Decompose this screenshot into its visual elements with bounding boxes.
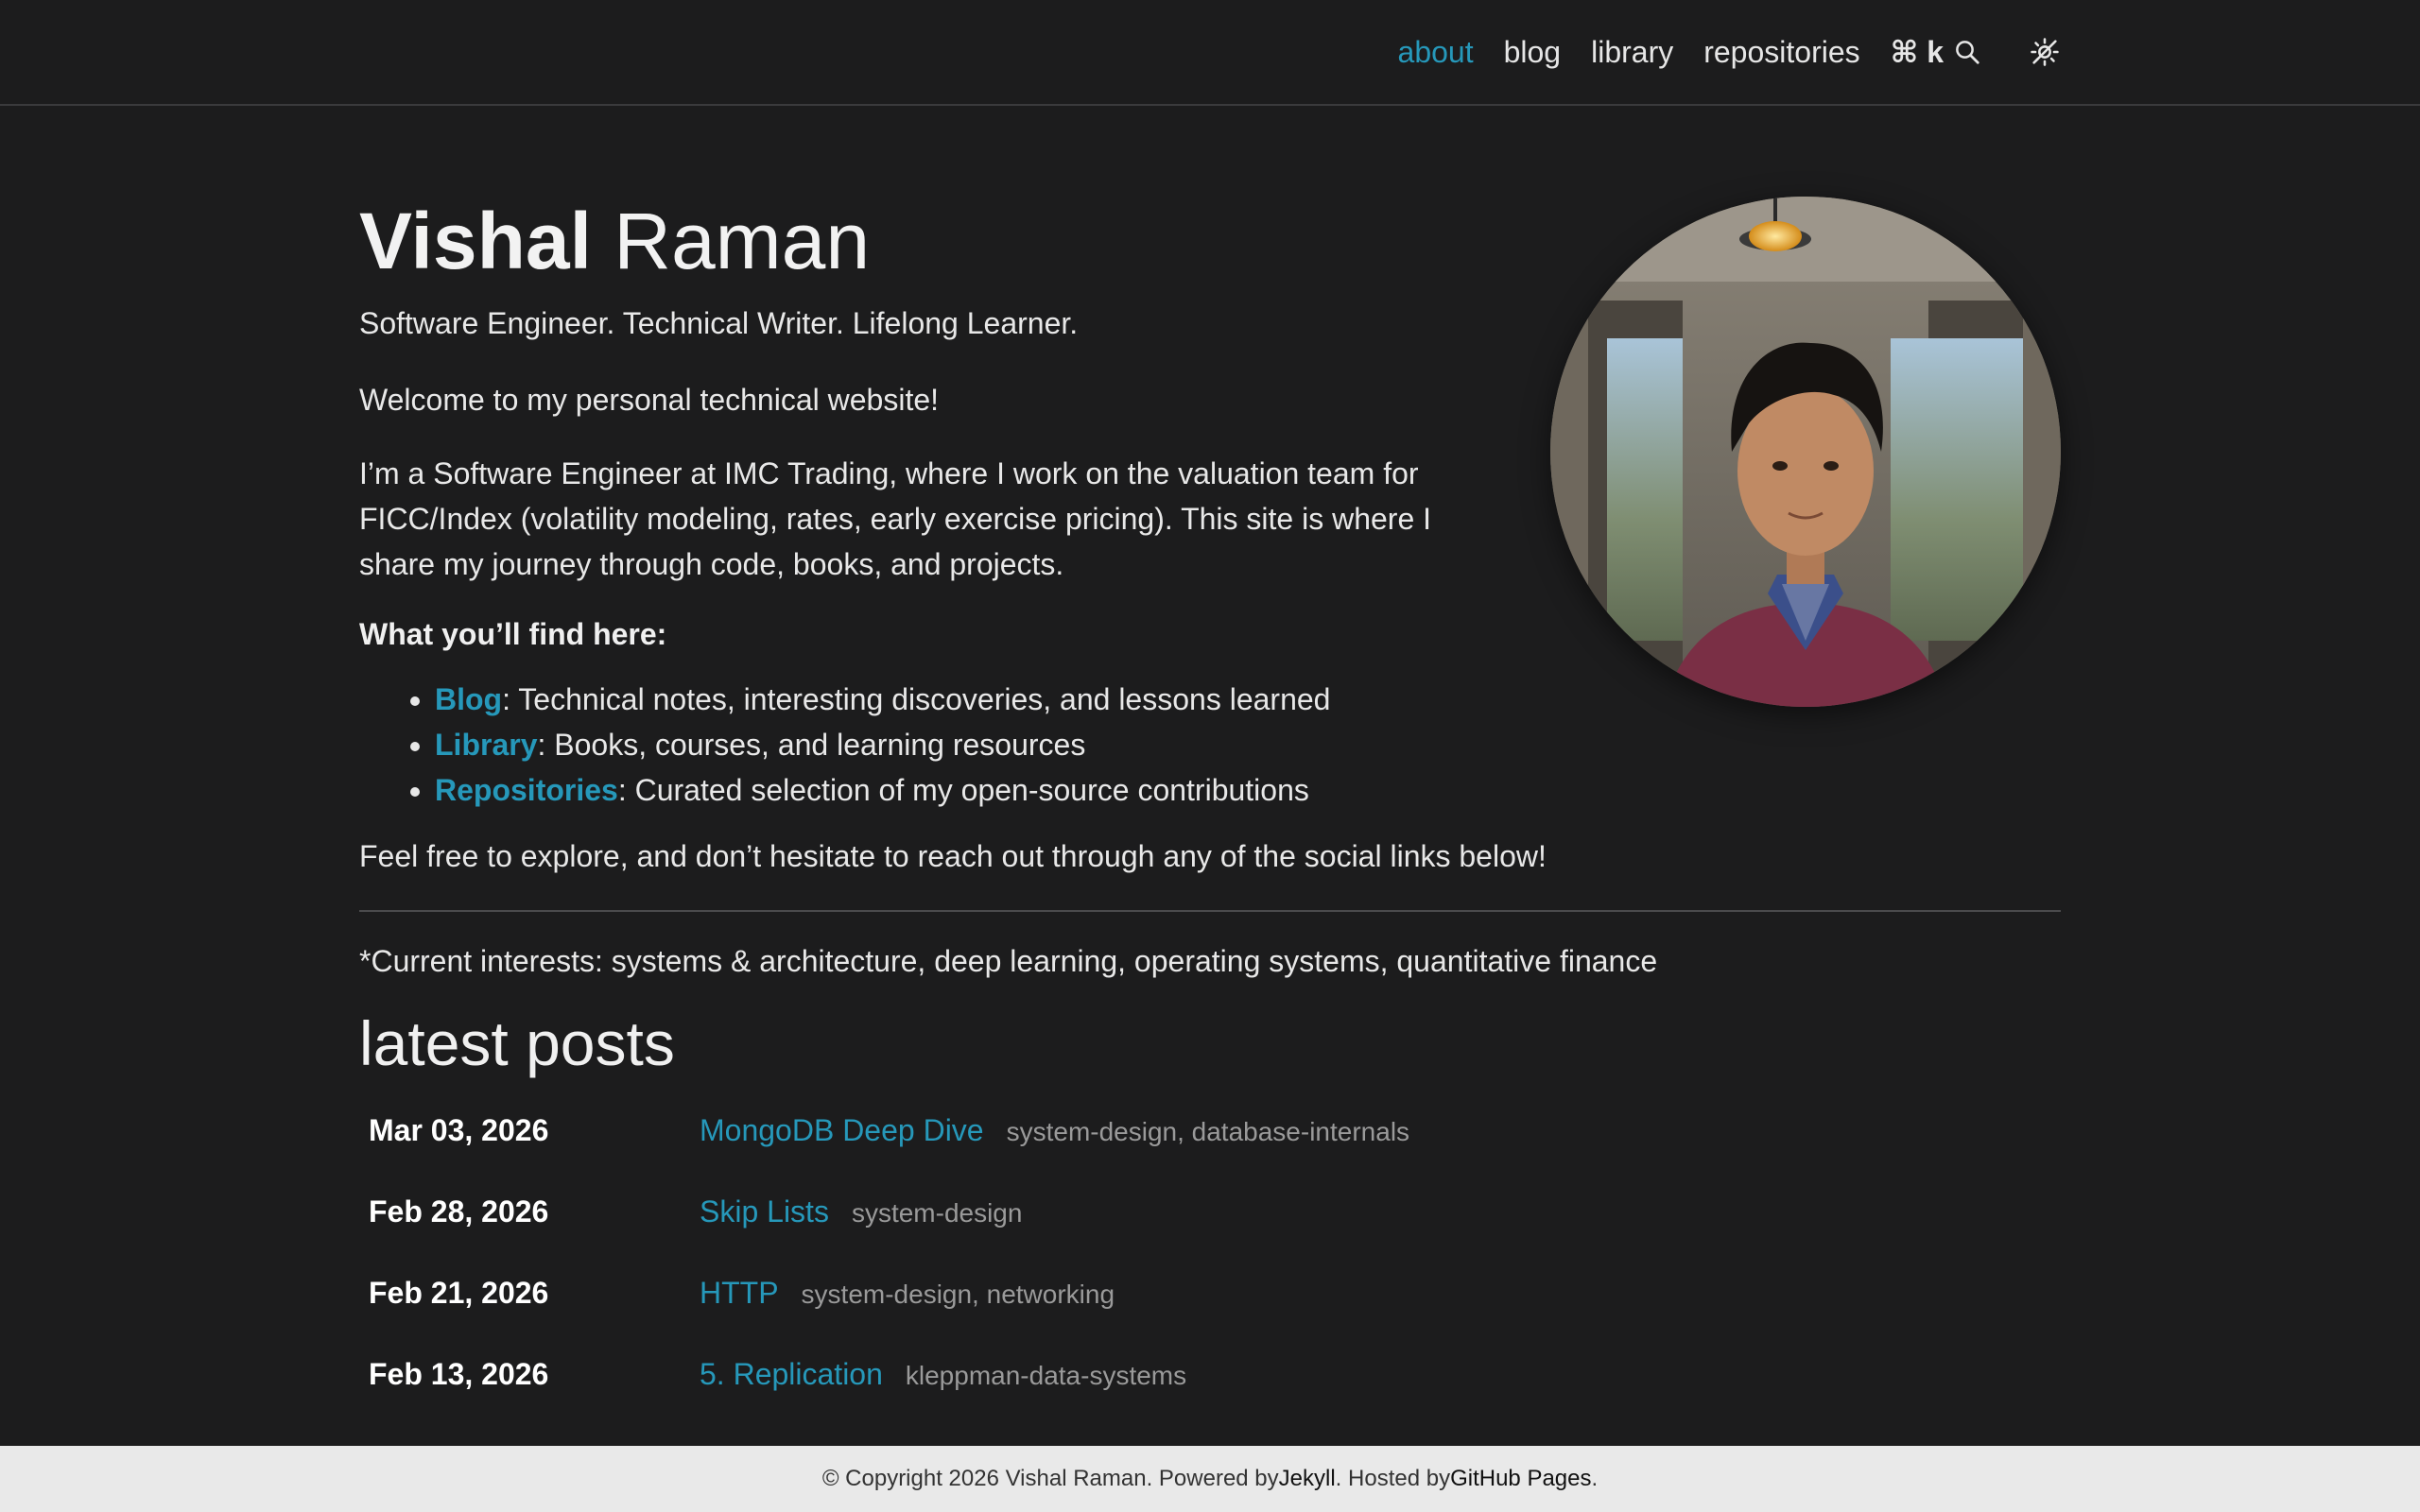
post-date: Feb 28, 2026: [369, 1194, 549, 1228]
welcome-text: Welcome to my personal technical website…: [359, 383, 940, 417]
post-tags: system-design: [851, 1198, 1023, 1228]
theme-toggle-button[interactable]: [2029, 36, 2061, 68]
search-icon: [1956, 41, 1979, 64]
list-item: Repositories: Curated selection of my op…: [435, 767, 2061, 813]
library-link[interactable]: Library: [435, 728, 537, 762]
post-title-link[interactable]: MongoDB Deep Dive: [700, 1113, 984, 1148]
github-pages-link[interactable]: GitHub Pages: [1450, 1466, 1591, 1492]
search-button[interactable]: ⌘ k: [1891, 34, 1981, 70]
post-date: Feb 13, 2026: [369, 1357, 549, 1391]
nav-item-blog[interactable]: blog: [1504, 35, 1562, 70]
post-date: Mar 03, 2026: [369, 1113, 549, 1147]
post-title-link[interactable]: Skip Lists: [700, 1194, 829, 1229]
post-row: Mar 03, 2026 MongoDB Deep Dive system-de…: [359, 1113, 2061, 1194]
nav-item-library[interactable]: library: [1591, 35, 1673, 70]
list-item-text: : Curated selection of my open-source co…: [617, 773, 1309, 807]
repositories-link[interactable]: Repositories: [435, 773, 618, 807]
post-date: Feb 21, 2026: [369, 1276, 549, 1310]
post-title-link[interactable]: HTTP: [700, 1276, 779, 1311]
search-shortcut-label: ⌘ k: [1890, 35, 1944, 69]
post-tags: kleppman-data-systems: [905, 1361, 1187, 1390]
footer-hosted-text: . Hosted by: [1335, 1466, 1451, 1491]
post-row: Feb 21, 2026 HTTP system-design, network…: [359, 1276, 2061, 1357]
site-footer: © Copyright 2026 Vishal Raman. Powered b…: [0, 1446, 2420, 1512]
first-name: Vishal: [359, 197, 592, 285]
blog-link[interactable]: Blog: [435, 682, 502, 716]
nav-item-about[interactable]: about: [1398, 35, 1474, 70]
top-navbar: about blog library repositories ⌘ k: [0, 0, 2420, 106]
post-tags: system-design, database-internals: [1006, 1117, 1410, 1146]
outro-text: Feel free to explore, and don’t hesitate…: [359, 839, 1547, 873]
theme-toggle-icon: [2031, 38, 2059, 66]
intro-text: I’m a Software Engineer at IMC Trading, …: [359, 456, 1432, 581]
last-name: Raman: [614, 197, 871, 285]
latest-posts-list: Mar 03, 2026 MongoDB Deep Dive system-de…: [359, 1113, 2061, 1438]
list-item-text: : Books, courses, and learning resources: [537, 728, 1086, 762]
interests-text: *Current interests: systems & architectu…: [359, 944, 1658, 978]
post-row: Feb 28, 2026 Skip Lists system-design: [359, 1194, 2061, 1276]
profile-photo: [1550, 197, 2061, 707]
nav-item-repositories[interactable]: repositories: [1703, 35, 1859, 70]
footer-suffix: .: [1591, 1466, 1599, 1491]
profile-photo-illustration: [1550, 197, 2061, 707]
latest-posts-heading: latest posts: [359, 1008, 675, 1078]
list-item-text: : Technical notes, interesting discoveri…: [502, 682, 1331, 716]
jekyll-link[interactable]: Jekyll: [1279, 1466, 1336, 1492]
list-item: Library: Books, courses, and learning re…: [435, 722, 2061, 767]
post-row: Feb 13, 2026 5. Replication kleppman-dat…: [359, 1357, 2061, 1438]
footer-copyright: © Copyright 2026 Vishal Raman. Powered b…: [821, 1466, 1279, 1491]
post-tags: system-design, networking: [801, 1280, 1115, 1309]
section-divider: [359, 910, 2061, 912]
post-title-link[interactable]: 5. Replication: [700, 1357, 883, 1392]
nav-links: about blog library repositories ⌘ k: [1398, 0, 2061, 104]
